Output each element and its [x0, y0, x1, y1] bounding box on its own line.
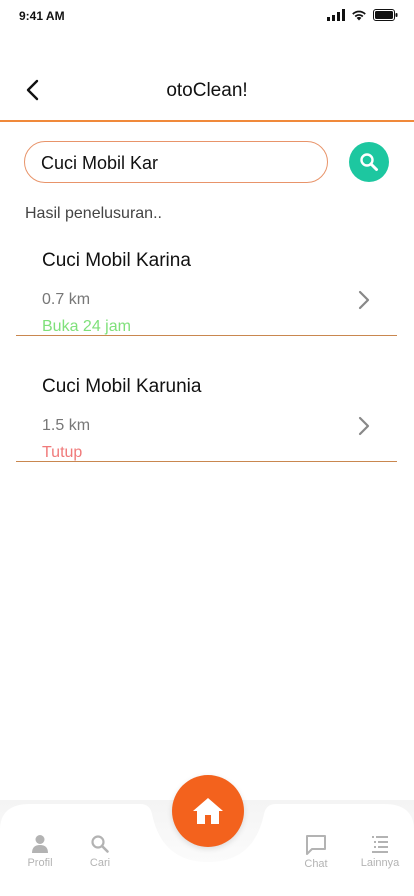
nav-profile[interactable]: Profil — [16, 834, 64, 869]
search-icon — [91, 835, 109, 853]
search-button[interactable] — [349, 142, 389, 182]
app-header: otoClean! — [0, 60, 414, 122]
home-button[interactable] — [172, 775, 244, 847]
signal-icon — [327, 9, 345, 21]
search-icon — [360, 153, 378, 171]
result-status: Tutup — [42, 444, 83, 461]
user-icon — [32, 835, 48, 853]
result-name: Cuci Mobil Karina — [42, 250, 191, 271]
status-bar: 9:41 AM — [0, 0, 414, 34]
result-item[interactable]: Cuci Mobil Karunia 1.5 km Tutup — [16, 362, 397, 462]
chevron-right-icon — [358, 416, 370, 436]
search-box[interactable] — [24, 141, 328, 183]
result-item[interactable]: Cuci Mobil Karina 0.7 km Buka 24 jam — [16, 236, 397, 336]
page-title: otoClean! — [166, 80, 248, 101]
status-icons — [327, 9, 398, 21]
result-distance: 1.5 km — [42, 417, 91, 434]
list-icon — [372, 836, 388, 853]
nav-chat[interactable]: Chat — [292, 834, 340, 870]
wifi-icon — [352, 10, 366, 21]
result-status: Buka 24 jam — [42, 318, 131, 335]
result-name: Cuci Mobil Karunia — [42, 376, 202, 397]
battery-icon — [373, 9, 398, 21]
nav-label: Cari — [89, 857, 111, 869]
nav-more[interactable]: Lainnya — [356, 834, 404, 869]
result-distance: 0.7 km — [42, 291, 91, 308]
status-time: 9:41 AM — [19, 9, 65, 23]
home-icon — [193, 798, 223, 824]
nav-search[interactable]: Cari — [76, 834, 124, 869]
results-label: Hasil penelusuran.. — [25, 205, 162, 222]
nav-label: Profil — [27, 857, 53, 869]
chat-icon — [306, 835, 326, 855]
chevron-right-icon — [358, 290, 370, 310]
search-input[interactable] — [41, 150, 311, 176]
nav-label: Chat — [304, 858, 328, 870]
nav-label: Lainnya — [360, 857, 400, 869]
